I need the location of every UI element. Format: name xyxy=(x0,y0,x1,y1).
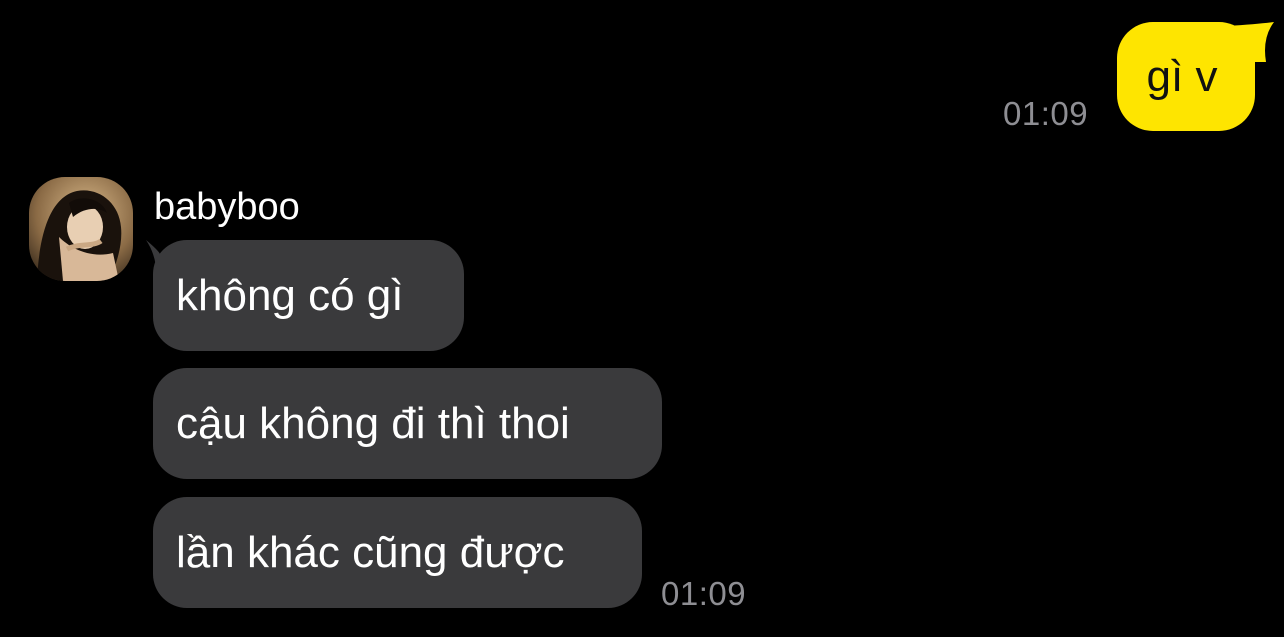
received-message-bubble[interactable]: lần khác cũng được xyxy=(153,497,642,608)
received-message-timestamp: 01:09 xyxy=(661,575,747,612)
received-message-bubble[interactable]: cậu không đi thì thoi xyxy=(153,368,662,479)
sent-message-bubble[interactable]: gì v xyxy=(1117,22,1255,131)
sender-avatar[interactable] xyxy=(29,177,133,281)
sent-message-timestamp: 01:09 xyxy=(1003,95,1089,132)
received-message-text: không có gì xyxy=(176,271,404,320)
avatar-photo-icon xyxy=(29,177,133,281)
sent-message-text: gì v xyxy=(1146,52,1218,101)
received-message-bubble[interactable]: không có gì xyxy=(153,240,464,351)
received-message-text: cậu không đi thì thoi xyxy=(176,399,570,448)
received-message-text: lần khác cũng được xyxy=(176,528,565,577)
sender-name: babyboo xyxy=(154,186,300,228)
